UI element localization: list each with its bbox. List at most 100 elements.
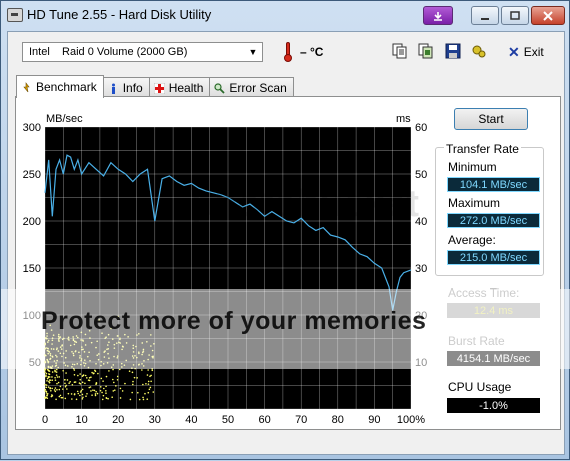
access-time-point xyxy=(67,392,70,395)
access-time-point xyxy=(51,379,54,382)
y-tick-label: 200 xyxy=(23,216,41,228)
access-time-point xyxy=(113,347,116,349)
access-time-point xyxy=(104,337,106,340)
access-time-point xyxy=(61,355,63,358)
access-time-point xyxy=(70,393,73,395)
access-time-point xyxy=(79,355,81,357)
access-time-point xyxy=(69,380,71,383)
access-time-point xyxy=(116,355,119,357)
tab-benchmark[interactable]: Benchmark xyxy=(16,75,104,98)
access-time-point xyxy=(131,355,134,357)
access-time-point xyxy=(94,370,97,373)
access-time-point xyxy=(88,376,91,379)
cpu-usage-label: CPU Usage xyxy=(448,380,512,394)
access-time-point xyxy=(81,393,84,396)
x-tick-label: 90 xyxy=(368,414,380,426)
x-tick-label: 100% xyxy=(397,414,425,426)
access-time-point xyxy=(47,386,50,388)
access-time-point xyxy=(91,394,93,396)
access-time-point xyxy=(56,376,59,378)
access-time-point xyxy=(83,362,85,364)
access-time-point xyxy=(84,382,86,385)
access-time-point xyxy=(71,384,74,386)
access-time-point xyxy=(83,351,86,353)
access-time-point xyxy=(116,357,119,359)
access-time-point xyxy=(47,375,50,378)
access-time-point xyxy=(48,376,51,378)
average-value: 215.0 MB/sec xyxy=(447,250,540,265)
access-time-point xyxy=(55,368,58,371)
access-time-point xyxy=(71,350,73,353)
access-time-point xyxy=(115,342,118,344)
access-time-point xyxy=(132,383,134,386)
access-time-point xyxy=(108,341,110,344)
access-time-point xyxy=(87,366,90,369)
access-time-point xyxy=(80,359,83,362)
access-time-point xyxy=(44,354,46,356)
access-time-point xyxy=(46,380,48,382)
access-time-point xyxy=(76,390,79,393)
access-time-point xyxy=(74,340,76,343)
access-time-point xyxy=(51,356,54,358)
access-time-point xyxy=(79,357,81,359)
access-time-point xyxy=(60,396,63,399)
access-time-point xyxy=(85,395,87,397)
access-time-point xyxy=(141,363,143,365)
access-time-label: Access Time: xyxy=(448,286,520,300)
burst-rate-label: Burst Rate xyxy=(448,334,505,348)
access-time-point xyxy=(147,383,150,385)
access-time-point xyxy=(44,383,46,386)
access-time-point xyxy=(65,350,67,352)
access-time-point xyxy=(51,337,54,339)
access-time-point xyxy=(73,373,76,376)
access-time-point xyxy=(44,367,46,369)
access-time-point xyxy=(105,392,107,394)
access-time-point xyxy=(68,382,70,384)
cpu-usage-value: -1.0% xyxy=(447,398,540,413)
access-time-point xyxy=(48,380,50,383)
y2-tick-label: 60 xyxy=(415,122,427,134)
access-time-point xyxy=(108,357,110,359)
access-time-point xyxy=(56,356,58,358)
y-tick-label: 300 xyxy=(23,122,41,134)
access-time-point xyxy=(61,396,64,399)
access-time-point xyxy=(45,392,48,394)
access-time-point xyxy=(92,389,94,391)
start-button[interactable]: Start xyxy=(454,108,528,130)
access-time-point xyxy=(79,394,81,397)
access-time-point xyxy=(49,352,52,355)
access-time-point xyxy=(72,336,74,338)
access-time-point xyxy=(54,387,57,389)
watermark-text: Protect more of your memories xyxy=(41,307,427,335)
access-time-point xyxy=(95,346,97,349)
access-time-point xyxy=(119,342,121,344)
access-time-point xyxy=(44,388,47,391)
access-time-point xyxy=(79,391,82,393)
access-time-point xyxy=(95,382,98,384)
access-time-point xyxy=(66,388,68,390)
minimum-value: 104.1 MB/sec xyxy=(447,177,540,192)
access-time-point xyxy=(57,366,60,369)
access-time-point xyxy=(136,377,138,379)
access-time-point xyxy=(149,386,152,389)
access-time-point xyxy=(129,398,132,401)
access-time-point xyxy=(46,394,48,397)
access-time-point xyxy=(121,348,123,351)
access-time-point xyxy=(142,383,144,386)
access-time-point xyxy=(47,339,50,342)
access-time-point xyxy=(121,390,124,392)
access-time-point xyxy=(93,389,96,392)
access-time-point xyxy=(77,374,79,377)
access-time-point xyxy=(64,397,67,400)
access-time-point xyxy=(61,344,64,346)
y-tick-label: 150 xyxy=(23,263,41,275)
access-time-point xyxy=(121,366,123,368)
access-time-point xyxy=(48,373,51,376)
access-time-point xyxy=(82,396,84,399)
access-time-point xyxy=(100,360,103,363)
access-time-point xyxy=(143,360,145,362)
access-time-point xyxy=(47,366,50,369)
access-time-point xyxy=(58,337,60,339)
access-time-point xyxy=(132,380,134,383)
access-time-point xyxy=(75,398,78,401)
